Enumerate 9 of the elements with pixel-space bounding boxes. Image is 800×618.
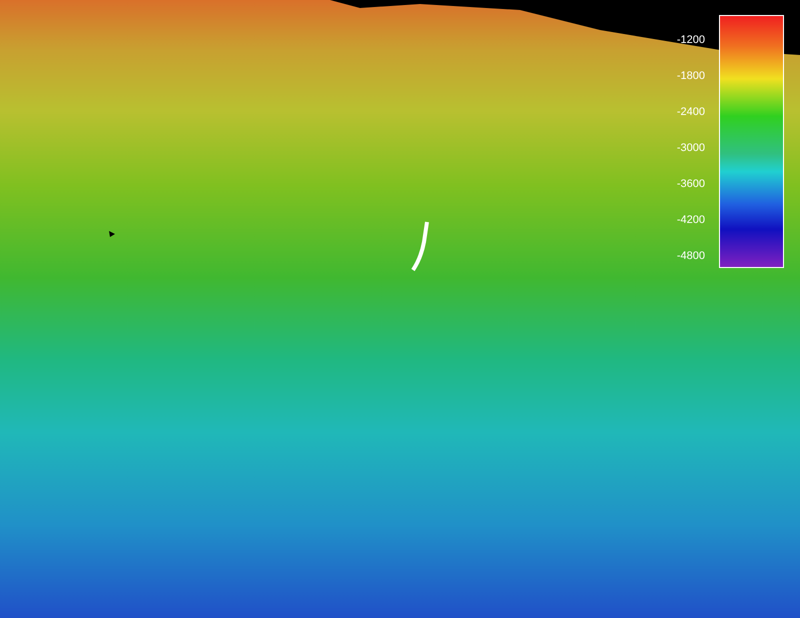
marker-icon <box>108 230 116 238</box>
depth-label: -3600 <box>676 177 705 191</box>
depth-label: -4800 <box>676 249 705 263</box>
depth-label: -1200 <box>676 33 705 47</box>
depth-label: -2400 <box>676 105 705 119</box>
depth-label: -4200 <box>676 213 705 227</box>
depth-label: -3000 <box>676 141 705 155</box>
track-line <box>410 220 430 272</box>
depth-label: -1800 <box>676 69 705 83</box>
